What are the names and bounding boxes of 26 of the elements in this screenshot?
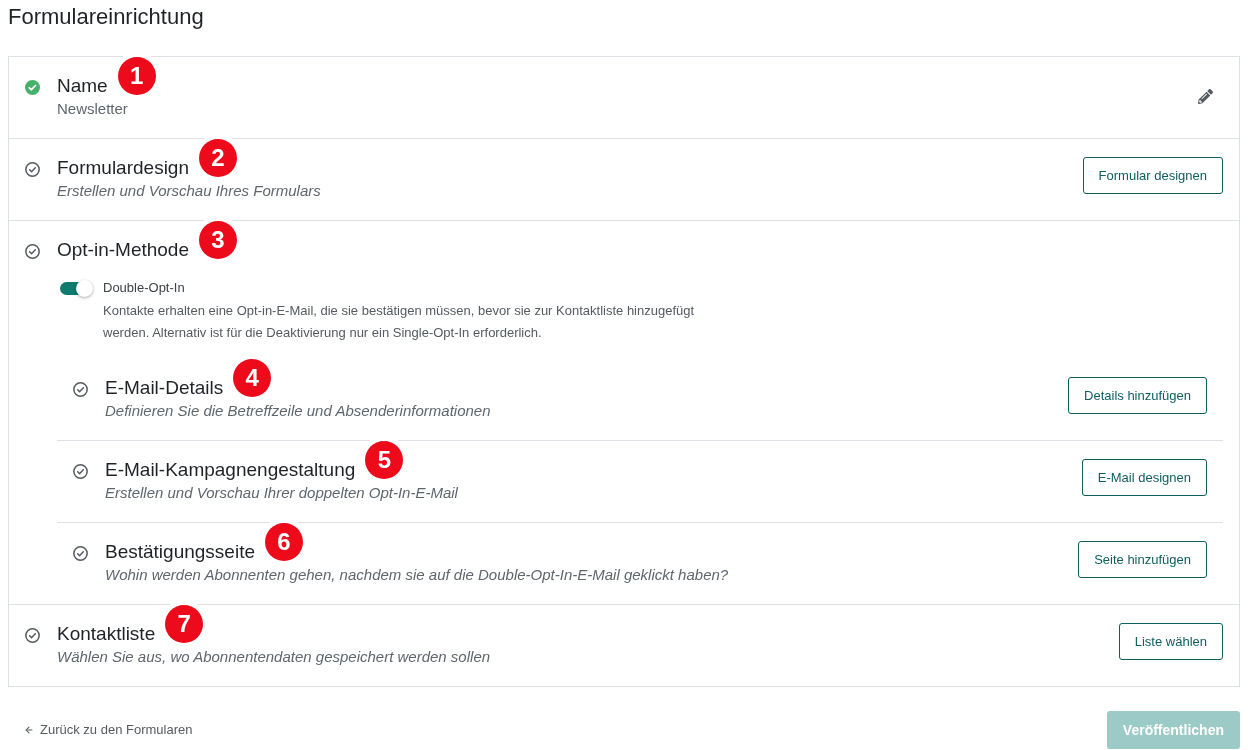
action-button[interactable]: Liste wählen [1118,623,1223,660]
page-title: Formulareinrichtung [8,3,204,31]
step-value: Newsletter [57,99,128,119]
step-description: Definieren Sie die Betreffzeile und Absenderinformationen [105,401,491,421]
toggle-description: Kontakte erhalten eine Opt-in-E-Mail, die sie bestätigen müssen, bevor sie zur Kontaktliste hinzugefügt werden. Alternativ ist für die Deaktivierung nur ein Single-Opt-In erforderlich. [103,302,696,342]
action-button[interactable]: E-Mail designen [1081,459,1207,496]
arrow-left-icon [24,725,34,735]
step-description: Wohin werden Abonnenten gehen, nachdem sie auf die Double-Opt-In-E-Mail geklickt haben? [105,565,729,585]
toggle-switch[interactable] [60,282,92,295]
step-title: E-Mail-Kampagnengestaltung [105,458,356,482]
toggle-label: Double-Opt-In [103,279,185,297]
step-title: Kontaktliste [57,622,156,646]
action-button[interactable]: Details hinzufügen [1068,377,1207,414]
step-description: Erstellen und Vorschau Ihres Formulars [57,181,321,201]
step-title: Name [57,74,108,98]
step-title: Opt-in-Methode [57,238,189,262]
step-description: Erstellen und Vorschau Ihrer doppelten Opt-In-E-Mail [105,483,458,503]
step-title: E-Mail-Details [105,376,224,400]
action-button[interactable]: Formular designen [1082,157,1223,194]
step-description: Wählen Sie aus, wo Abonnentendaten gespeichert werden sollen [57,647,491,667]
pencil-icon [1198,89,1213,104]
edit-button[interactable] [1196,87,1215,106]
step-title: Bestätigungsseite [105,540,255,564]
step-title: Formulardesign [57,156,189,180]
back-link[interactable]: Zurück zu den Formularen [24,720,193,740]
action-button[interactable]: Seite hinzufügen [1078,541,1207,578]
